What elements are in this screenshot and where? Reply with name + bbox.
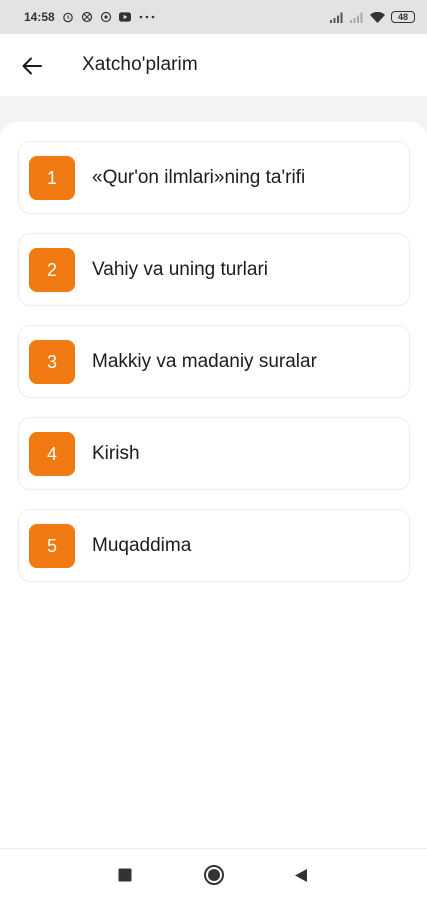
number-badge: 4 (29, 432, 75, 476)
home-button[interactable] (202, 863, 226, 887)
status-bar: 14:58 48 (0, 0, 427, 34)
number-badge: 3 (29, 340, 75, 384)
alarm-icon (62, 11, 74, 23)
list-item-label: Makkiy va madaniy suralar (92, 351, 317, 372)
youtube-icon (118, 11, 131, 23)
circle-icon (204, 865, 224, 885)
number-badge: 5 (29, 524, 75, 568)
system-nav-bar (0, 848, 427, 900)
system-back-button[interactable] (289, 863, 313, 887)
signal-weak-icon (350, 11, 364, 23)
wifi-icon (370, 11, 385, 23)
list-item[interactable]: 4 Kirish (18, 417, 410, 490)
number-badge: 2 (29, 248, 75, 292)
status-time: 14:58 (24, 10, 55, 24)
square-icon (118, 868, 132, 882)
arrow-left-icon (22, 57, 42, 75)
battery-indicator: 48 (391, 11, 415, 23)
app-bar: Xatcho'plarim (0, 34, 427, 96)
sync-icon (100, 11, 112, 23)
triangle-back-icon (295, 868, 307, 882)
list-item[interactable]: 2 Vahiy va uning turlari (18, 233, 410, 306)
list-item-label: Vahiy va uning turlari (92, 259, 269, 280)
signal-icon (330, 11, 344, 23)
status-right: 48 (330, 11, 415, 23)
recent-apps-button[interactable] (113, 863, 137, 887)
more-dots-icon (138, 11, 156, 23)
list-item[interactable]: 3 Makkiy va madaniy suralar (18, 325, 410, 398)
page-title: Xatcho'plarim (82, 54, 198, 75)
list-item-label: «Qur'on ilmlari»ning ta'rifi (92, 167, 306, 188)
list-item-label: Kirish (92, 443, 140, 464)
status-left: 14:58 (24, 10, 156, 24)
back-button[interactable] (14, 48, 50, 84)
number-badge: 1 (29, 156, 75, 200)
list-item-label: Muqaddima (92, 535, 192, 556)
list-item[interactable]: 5 Muqaddima (18, 509, 410, 582)
fan-icon (81, 11, 93, 23)
list-item[interactable]: 1 «Qur'on ilmlari»ning ta'rifi (18, 141, 410, 214)
